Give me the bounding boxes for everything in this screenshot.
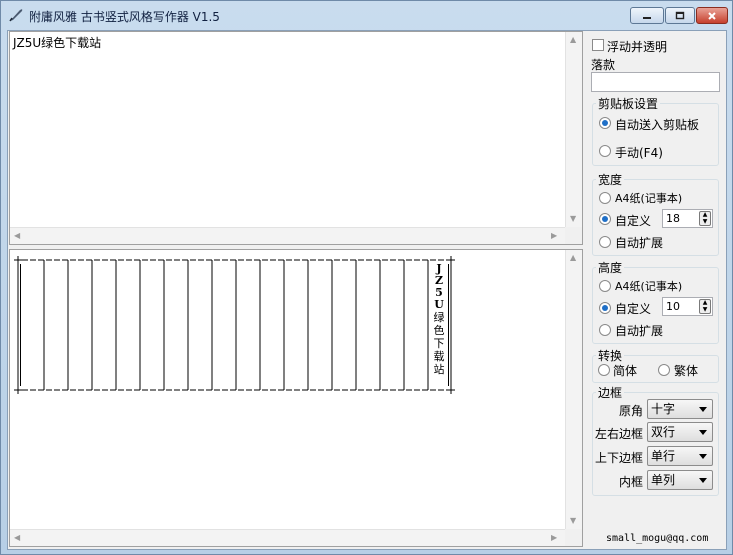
vertical-char: 下 [434,337,445,350]
text-editor[interactable]: JZ5U绿色下载站 ▲ ▼ ◀ ▶ [9,31,583,245]
title-bar[interactable]: 附庸风雅 古书竖式风格写作器 V1.5 [1,1,732,29]
signature-input[interactable] [591,72,720,92]
float-transparent-checkbox[interactable] [592,39,604,51]
lr-border-select-value: 双行 [651,425,676,439]
width-auto-label[interactable]: 自动扩展 [615,234,663,251]
vertical-char: 载 [434,350,445,363]
scroll-left-arrow-icon[interactable]: ◀ [14,533,20,543]
height-auto-radio[interactable] [599,324,611,336]
maximize-button[interactable] [665,7,695,24]
scrollbar-corner [565,227,582,244]
signature-label: 落款 [591,58,616,72]
chevron-down-icon [699,478,707,483]
tb-border-label: 上下边框 [595,451,644,465]
scroll-right-arrow-icon[interactable]: ▶ [551,533,557,543]
float-transparent-label[interactable]: 浮动并透明 [607,38,667,55]
width-a4-radio[interactable] [599,192,611,204]
convert-simplified-label[interactable]: 简体 [613,362,637,379]
lr-border-select[interactable]: 双行 [647,422,713,442]
width-auto-radio[interactable] [599,236,611,248]
vertical-char: 色 [434,323,445,337]
inner-border-select[interactable]: 单列 [647,470,713,490]
editor-horizontal-scrollbar[interactable]: ◀ ▶ [10,227,565,244]
chevron-down-icon [699,430,707,435]
scrollbar-corner [565,529,582,546]
vertical-char: 站 [434,362,445,376]
scroll-left-arrow-icon[interactable]: ◀ [14,231,20,241]
tb-border-select-value: 单行 [651,449,676,463]
vertical-grid-preview: J Z 5 U 绿 色 下 载 站 [14,256,455,394]
convert-simplified-radio[interactable] [598,364,610,376]
lr-border-label: 左右边框 [595,427,644,441]
editor-vertical-scrollbar[interactable]: ▲ ▼ [565,32,582,228]
border-group-title: 边框 [596,384,625,401]
clipboard-manual-radio[interactable] [599,145,611,157]
main-window: 附庸风雅 古书竖式风格写作器 V1.5 JZ5U绿色下载站 ▲ ▼ ◀ ▶ J … [0,0,733,555]
minimize-icon [643,16,651,19]
chevron-down-icon [699,407,707,412]
maximize-icon [675,11,685,20]
preview-vertical-scrollbar[interactable]: ▲ ▼ [565,250,582,530]
minimize-button[interactable] [630,7,664,24]
close-icon [708,11,716,20]
scroll-down-arrow-icon[interactable]: ▼ [570,516,576,526]
spin-down-icon[interactable]: ▼ [700,307,710,313]
vertical-char: 绿 [434,310,445,324]
height-a4-radio[interactable] [599,280,611,292]
preview-horizontal-scrollbar[interactable]: ◀ ▶ [10,529,565,546]
height-auto-label[interactable]: 自动扩展 [615,322,663,339]
corner-select-value: 十字 [651,402,676,416]
convert-traditional-radio[interactable] [658,364,670,376]
chevron-down-icon [699,454,707,459]
height-custom-label[interactable]: 自定义 [615,300,651,317]
scroll-up-arrow-icon[interactable]: ▲ [570,35,576,45]
spin-down-icon[interactable]: ▼ [700,219,710,225]
height-spinner[interactable]: ▲ ▼ [699,299,711,314]
width-custom-label[interactable]: 自定义 [615,212,651,229]
height-a4-label[interactable]: A4纸(记事本) [615,278,682,294]
clipboard-auto-label[interactable]: 自动送入剪贴板 [615,116,699,133]
quill-pen-icon [9,9,23,22]
vertical-char: U [434,298,444,311]
settings-panel: 浮动并透明 落款 剪贴板设置 自动送入剪贴板 手动(F4) 宽度 A4纸(记事本… [586,31,727,549]
close-button[interactable] [696,7,728,24]
client-area: JZ5U绿色下载站 ▲ ▼ ◀ ▶ J Z 5 U 绿 色 下 载 站 ▲ ▼ … [7,30,727,550]
clipboard-manual-label[interactable]: 手动(F4) [615,144,663,161]
tb-border-select[interactable]: 单行 [647,446,713,466]
scroll-up-arrow-icon[interactable]: ▲ [570,253,576,263]
clipboard-group-title: 剪贴板设置 [596,95,661,112]
width-custom-input[interactable]: 18 ▲ ▼ [662,209,713,228]
height-custom-input[interactable]: 10 ▲ ▼ [662,297,713,316]
window-title: 附庸风雅 古书竖式风格写作器 V1.5 [29,10,220,24]
height-group-title: 高度 [596,259,625,276]
convert-traditional-label[interactable]: 繁体 [674,362,698,379]
editor-text[interactable]: JZ5U绿色下载站 [13,34,101,51]
width-custom-value[interactable]: 18 [666,212,680,225]
height-custom-value[interactable]: 10 [666,300,680,313]
corner-label: 原角 [619,404,644,418]
scroll-down-arrow-icon[interactable]: ▼ [570,214,576,224]
width-a4-label[interactable]: A4纸(记事本) [615,190,682,206]
clipboard-auto-radio[interactable] [599,117,611,129]
scroll-right-arrow-icon[interactable]: ▶ [551,231,557,241]
inner-border-label: 内框 [619,475,644,489]
corner-select[interactable]: 十字 [647,399,713,419]
height-custom-radio[interactable] [599,302,611,314]
width-custom-radio[interactable] [599,213,611,225]
inner-border-select-value: 单列 [651,473,676,487]
author-email: small_mogu@qq.com [606,533,709,544]
width-group-title: 宽度 [596,171,625,188]
preview-pane[interactable]: J Z 5 U 绿 色 下 载 站 ▲ ▼ ◀ ▶ [9,249,583,547]
width-spinner[interactable]: ▲ ▼ [699,211,711,226]
